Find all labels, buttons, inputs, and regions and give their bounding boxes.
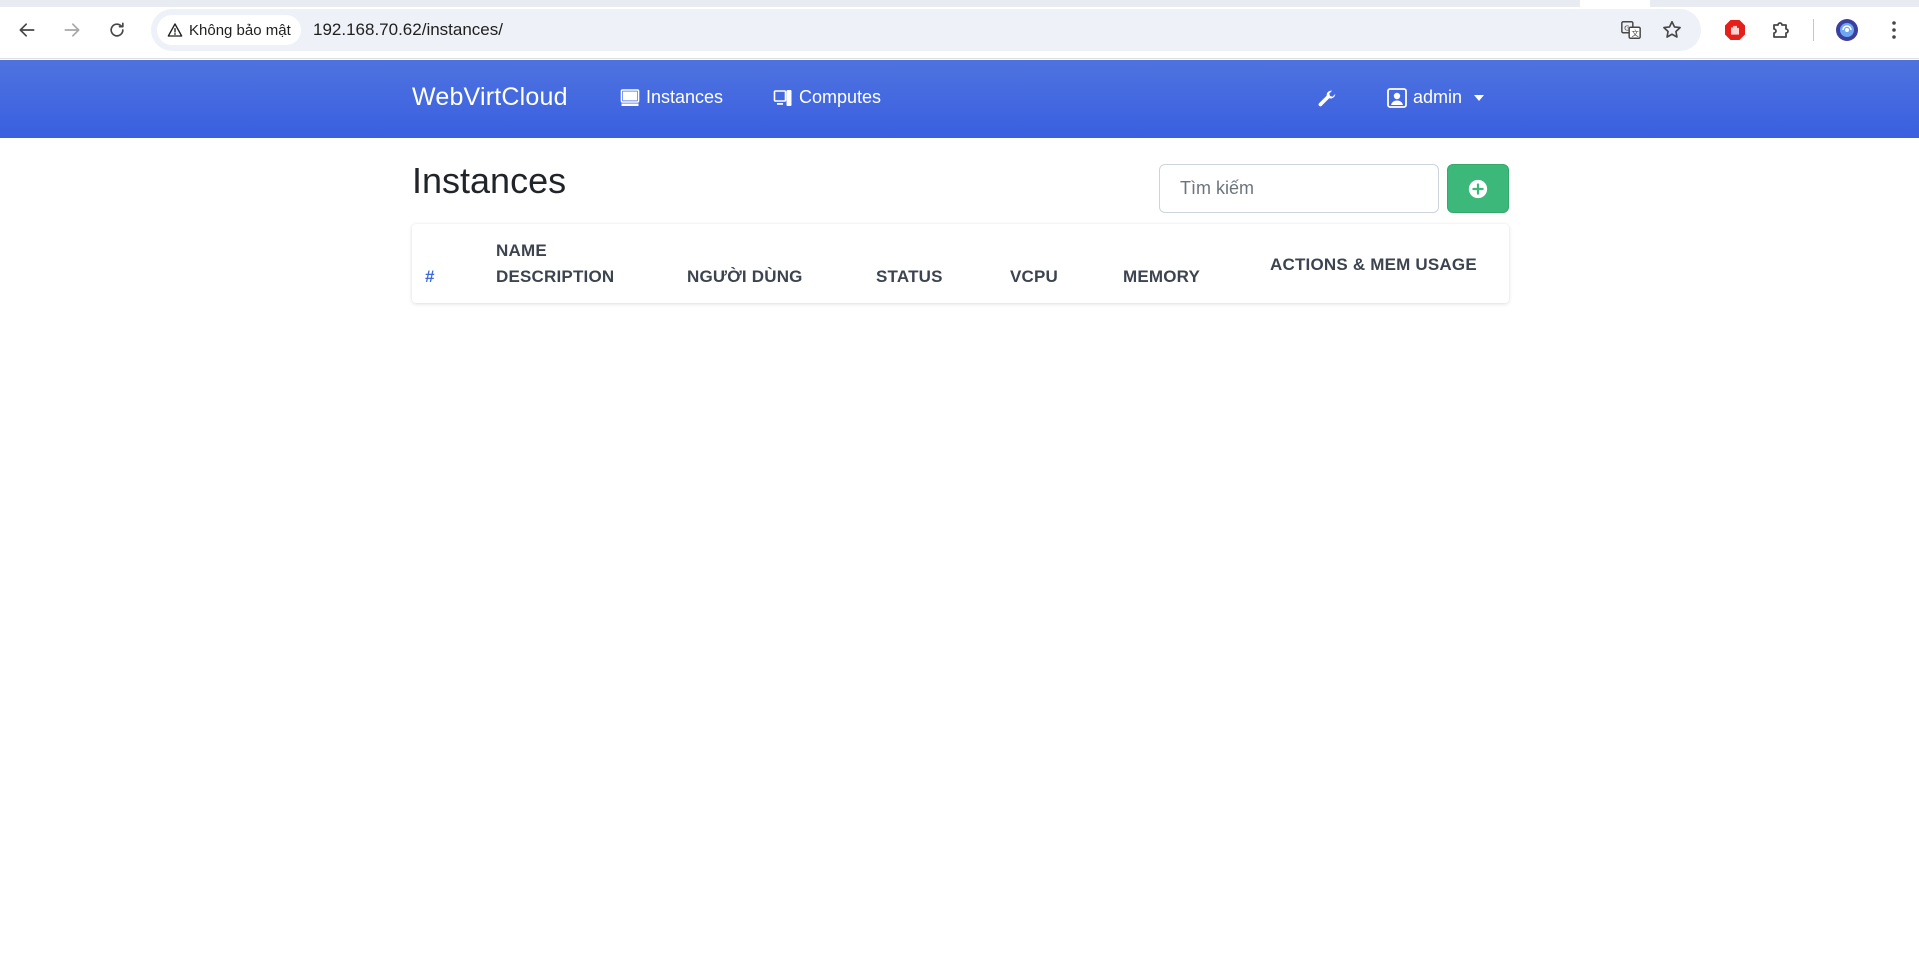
browser-menu-button[interactable] — [1880, 16, 1908, 44]
column-header-user[interactable]: NGƯỜI DÙNG — [687, 267, 803, 287]
column-header-vcpu[interactable]: VCPU — [1010, 267, 1058, 287]
security-label: Không bảo mật — [189, 21, 291, 39]
svg-text:文: 文 — [1631, 29, 1639, 38]
wrench-icon[interactable] — [1316, 88, 1338, 110]
address-bar[interactable]: Không bảo mật 192.168.70.62/instances/ G… — [151, 9, 1701, 51]
reload-button[interactable] — [101, 14, 133, 46]
arrow-right-icon — [64, 23, 80, 37]
user-square-icon — [1387, 87, 1407, 108]
arrow-left-icon — [19, 23, 35, 37]
instances-table: # NAME DESCRIPTION NGƯỜI DÙNG STATUS VCP… — [412, 224, 1509, 303]
star-icon — [1663, 20, 1681, 38]
add-instance-button[interactable] — [1447, 164, 1509, 213]
url-text[interactable]: 192.168.70.62/instances/ — [313, 20, 503, 40]
forward-button[interactable] — [56, 14, 88, 46]
column-header-memory[interactable]: MEMORY — [1123, 267, 1200, 287]
nav-link-computes[interactable]: Computes — [773, 87, 881, 108]
stop-hand-icon — [1725, 20, 1745, 40]
monitor-icon — [620, 88, 640, 106]
translate-button[interactable]: G文 — [1620, 19, 1642, 41]
brand-link[interactable]: WebVirtCloud — [412, 83, 568, 112]
nav-link-instances[interactable]: Instances — [620, 87, 723, 108]
column-header-index[interactable]: # — [425, 267, 435, 287]
bookmark-button[interactable] — [1661, 19, 1683, 41]
reload-icon — [110, 22, 124, 37]
column-header-status[interactable]: STATUS — [876, 267, 943, 287]
warning-triangle-icon — [167, 23, 183, 37]
app-navbar: WebVirtCloud Instances Computes admin — [0, 60, 1919, 138]
user-dropdown[interactable]: admin — [1387, 87, 1485, 108]
kebab-menu-icon — [1892, 21, 1896, 39]
chevron-down-icon — [1474, 94, 1485, 101]
translate-icon: G文 — [1621, 21, 1641, 39]
search-input[interactable] — [1159, 164, 1439, 213]
nav-link-label: Instances — [646, 87, 724, 107]
back-button[interactable] — [11, 14, 43, 46]
column-header-name[interactable]: NAME — [496, 241, 547, 261]
browser-toolbar: Không bảo mật 192.168.70.62/instances/ G… — [0, 0, 1919, 59]
extensions-button[interactable] — [1767, 16, 1795, 44]
profile-avatar-icon — [1836, 19, 1858, 41]
column-header-actions: ACTIONS & MEM USAGE — [1270, 255, 1477, 274]
security-chip[interactable]: Không bảo mật — [157, 15, 301, 45]
profile-button[interactable] — [1833, 16, 1861, 44]
column-header-description[interactable]: DESCRIPTION — [496, 267, 614, 287]
server-icon — [773, 89, 792, 106]
tab-strip — [0, 0, 1919, 7]
puzzle-piece-icon — [1773, 22, 1789, 38]
nav-link-label: Computes — [799, 87, 882, 107]
toolbar-divider — [1813, 19, 1814, 41]
adblock-extension[interactable] — [1721, 16, 1749, 44]
user-name: admin — [1413, 87, 1463, 107]
plus-circle-icon — [1468, 179, 1488, 198]
page-title: Instances — [412, 160, 567, 201]
